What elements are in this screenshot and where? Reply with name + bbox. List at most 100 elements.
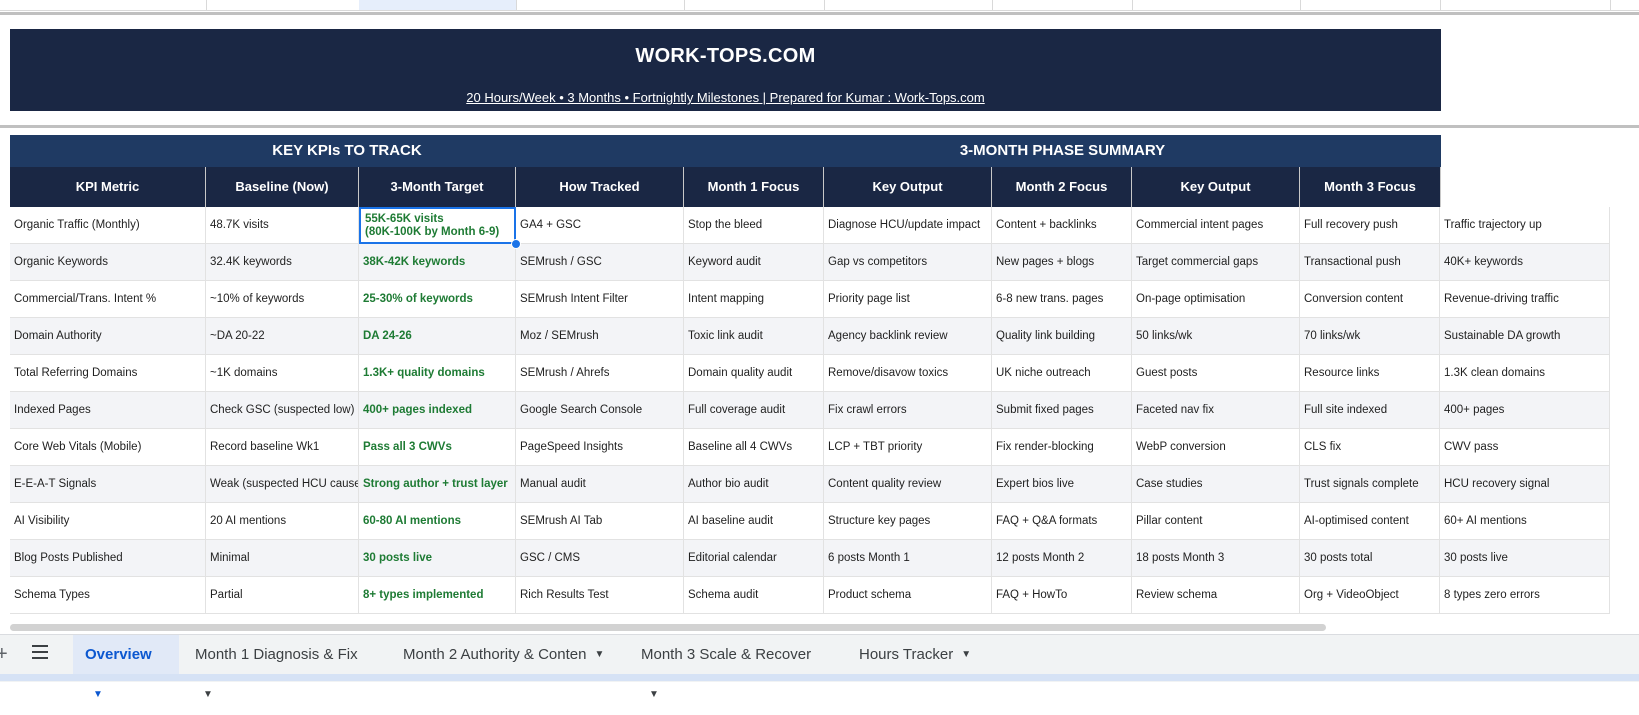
tab-hours-tracker[interactable]: Hours Tracker ▼: [847, 635, 987, 675]
tab-overview[interactable]: Overview▼: [73, 635, 179, 700]
cell-month2-focus[interactable]: Fix render-blocking: [992, 429, 1132, 466]
cell-kpi-metric[interactable]: AI Visibility: [10, 503, 206, 540]
header-baseline[interactable]: Baseline (Now): [206, 167, 359, 207]
cell-key-output-2[interactable]: Target commercial gaps: [1132, 244, 1300, 281]
cell-how-tracked[interactable]: GA4 + GSC: [516, 207, 684, 244]
cell-target[interactable]: 30 posts live: [359, 540, 516, 577]
header-month2-focus[interactable]: Month 2 Focus: [992, 167, 1132, 207]
cell-baseline[interactable]: Partial: [206, 577, 359, 614]
tab-month2[interactable]: Month 2 Authority & Conten ▼: [391, 635, 621, 675]
cell-key-output-1[interactable]: Diagnose HCU/update impact: [824, 207, 992, 244]
partial-cell[interactable]: [1440, 0, 1611, 10]
horizontal-scroll-thumb[interactable]: [10, 624, 1326, 631]
cell-key-output-1[interactable]: Structure key pages: [824, 503, 992, 540]
cell-month1-focus[interactable]: Author bio audit: [684, 466, 824, 503]
cell-baseline[interactable]: Check GSC (suspected low): [206, 392, 359, 429]
cell-kpi-metric[interactable]: Blog Posts Published: [10, 540, 206, 577]
cell-key-output-2[interactable]: 50 links/wk: [1132, 318, 1300, 355]
cell-month3-focus[interactable]: Transactional push: [1300, 244, 1440, 281]
cell-month2-focus[interactable]: FAQ + HowTo: [992, 577, 1132, 614]
cell-key-output-3[interactable]: 400+ pages: [1440, 392, 1610, 429]
cell-target[interactable]: 60-80 AI mentions: [359, 503, 516, 540]
cell-baseline[interactable]: ~10% of keywords: [206, 281, 359, 318]
cell-kpi-metric[interactable]: Commercial/Trans. Intent %: [10, 281, 206, 318]
cell-month3-focus[interactable]: Conversion content: [1300, 281, 1440, 318]
cell-month3-focus[interactable]: Org + VideoObject: [1300, 577, 1440, 614]
cell-key-output-2[interactable]: Faceted nav fix: [1132, 392, 1300, 429]
cell-how-tracked[interactable]: SEMrush / GSC: [516, 244, 684, 281]
cell-kpi-metric[interactable]: Indexed Pages: [10, 392, 206, 429]
cell-month1-focus[interactable]: Domain quality audit: [684, 355, 824, 392]
banner-subtitle[interactable]: 20 Hours/Week • 3 Months • Fortnightly M…: [10, 90, 1441, 105]
cell-target[interactable]: DA 24-26: [359, 318, 516, 355]
cell-key-output-1[interactable]: Product schema: [824, 577, 992, 614]
partial-cell[interactable]: [992, 0, 1133, 10]
header-kpi-metric[interactable]: KPI Metric: [10, 167, 206, 207]
partial-cell[interactable]: [516, 0, 685, 10]
cell-month2-focus[interactable]: Content + backlinks: [992, 207, 1132, 244]
cell-month3-focus[interactable]: 70 links/wk: [1300, 318, 1440, 355]
cell-key-output-2[interactable]: 18 posts Month 3: [1132, 540, 1300, 577]
cell-month3-focus[interactable]: Full site indexed: [1300, 392, 1440, 429]
cell-key-output-2[interactable]: Guest posts: [1132, 355, 1300, 392]
cell-key-output-2[interactable]: On-page optimisation: [1132, 281, 1300, 318]
cell-key-output-3[interactable]: Sustainable DA growth: [1440, 318, 1610, 355]
cell-key-output-1[interactable]: Fix crawl errors: [824, 392, 992, 429]
tab-month3[interactable]: Month 3 Scale & Recover▼: [629, 635, 839, 700]
title-banner[interactable]: WORK-TOPS.COM 20 Hours/Week • 3 Months •…: [10, 29, 1441, 111]
partial-cell[interactable]: [1132, 0, 1301, 10]
cell-baseline[interactable]: 20 AI mentions: [206, 503, 359, 540]
cell-key-output-3[interactable]: 1.3K clean domains: [1440, 355, 1610, 392]
cell-target[interactable]: 8+ types implemented: [359, 577, 516, 614]
section-kpis[interactable]: KEY KPIs TO TRACK: [10, 135, 684, 167]
cell-month1-focus[interactable]: Toxic link audit: [684, 318, 824, 355]
cell-key-output-3[interactable]: 8 types zero errors: [1440, 577, 1610, 614]
cell-kpi-metric[interactable]: Organic Keywords: [10, 244, 206, 281]
cell-kpi-metric[interactable]: Core Web Vitals (Mobile): [10, 429, 206, 466]
cell-key-output-1[interactable]: Remove/disavow toxics: [824, 355, 992, 392]
cell-key-output-1[interactable]: Agency backlink review: [824, 318, 992, 355]
cell-kpi-metric[interactable]: Organic Traffic (Monthly): [10, 207, 206, 244]
cell-target[interactable]: 38K-42K keywords: [359, 244, 516, 281]
selection-fill-handle[interactable]: [511, 239, 521, 249]
cell-month1-focus[interactable]: Editorial calendar: [684, 540, 824, 577]
cell-key-output-3[interactable]: 30 posts live: [1440, 540, 1610, 577]
cell-month1-focus[interactable]: Keyword audit: [684, 244, 824, 281]
cell-month1-focus[interactable]: AI baseline audit: [684, 503, 824, 540]
cell-month3-focus[interactable]: CLS fix: [1300, 429, 1440, 466]
caret-down-icon[interactable]: ▼: [93, 675, 103, 715]
cell-key-output-2[interactable]: Commercial intent pages: [1132, 207, 1300, 244]
cell-how-tracked[interactable]: SEMrush AI Tab: [516, 503, 684, 540]
cell-key-output-1[interactable]: 6 posts Month 1: [824, 540, 992, 577]
cell-baseline[interactable]: ~DA 20-22: [206, 318, 359, 355]
cell-key-output-1[interactable]: Content quality review: [824, 466, 992, 503]
header-key-output-1[interactable]: Key Output: [824, 167, 992, 207]
cell-how-tracked[interactable]: Rich Results Test: [516, 577, 684, 614]
cell-month1-focus[interactable]: Baseline all 4 CWVs: [684, 429, 824, 466]
cell-month3-focus[interactable]: 30 posts total: [1300, 540, 1440, 577]
partial-cell[interactable]: [1300, 0, 1441, 10]
cell-key-output-3[interactable]: Revenue-driving traffic: [1440, 281, 1610, 318]
cell-target[interactable]: 55K-65K visits (80K-100K by Month 6-9): [359, 207, 516, 244]
cell-key-output-3[interactable]: CWV pass: [1440, 429, 1610, 466]
cell-month2-focus[interactable]: FAQ + Q&A formats: [992, 503, 1132, 540]
cell-key-output-2[interactable]: Case studies: [1132, 466, 1300, 503]
cell-month3-focus[interactable]: Full recovery push: [1300, 207, 1440, 244]
cell-how-tracked[interactable]: Manual audit: [516, 466, 684, 503]
cell-how-tracked[interactable]: SEMrush / Ahrefs: [516, 355, 684, 392]
cell-key-output-2[interactable]: Review schema: [1132, 577, 1300, 614]
header-month1-focus[interactable]: Month 1 Focus: [684, 167, 824, 207]
cell-month2-focus[interactable]: UK niche outreach: [992, 355, 1132, 392]
cell-key-output-1[interactable]: Priority page list: [824, 281, 992, 318]
cell-month2-focus[interactable]: Submit fixed pages: [992, 392, 1132, 429]
cell-month3-focus[interactable]: Trust signals complete: [1300, 466, 1440, 503]
cell-key-output-3[interactable]: Traffic trajectory up: [1440, 207, 1610, 244]
plus-icon[interactable]: +: [0, 643, 8, 666]
cell-month1-focus[interactable]: Intent mapping: [684, 281, 824, 318]
caret-down-icon[interactable]: ▼: [961, 635, 971, 675]
cell-target[interactable]: 1.3K+ quality domains: [359, 355, 516, 392]
caret-down-icon[interactable]: ▼: [203, 675, 213, 715]
header-month3-focus[interactable]: Month 3 Focus: [1300, 167, 1441, 207]
cell-baseline[interactable]: Record baseline Wk1: [206, 429, 359, 466]
cell-key-output-3[interactable]: 60+ AI mentions: [1440, 503, 1610, 540]
